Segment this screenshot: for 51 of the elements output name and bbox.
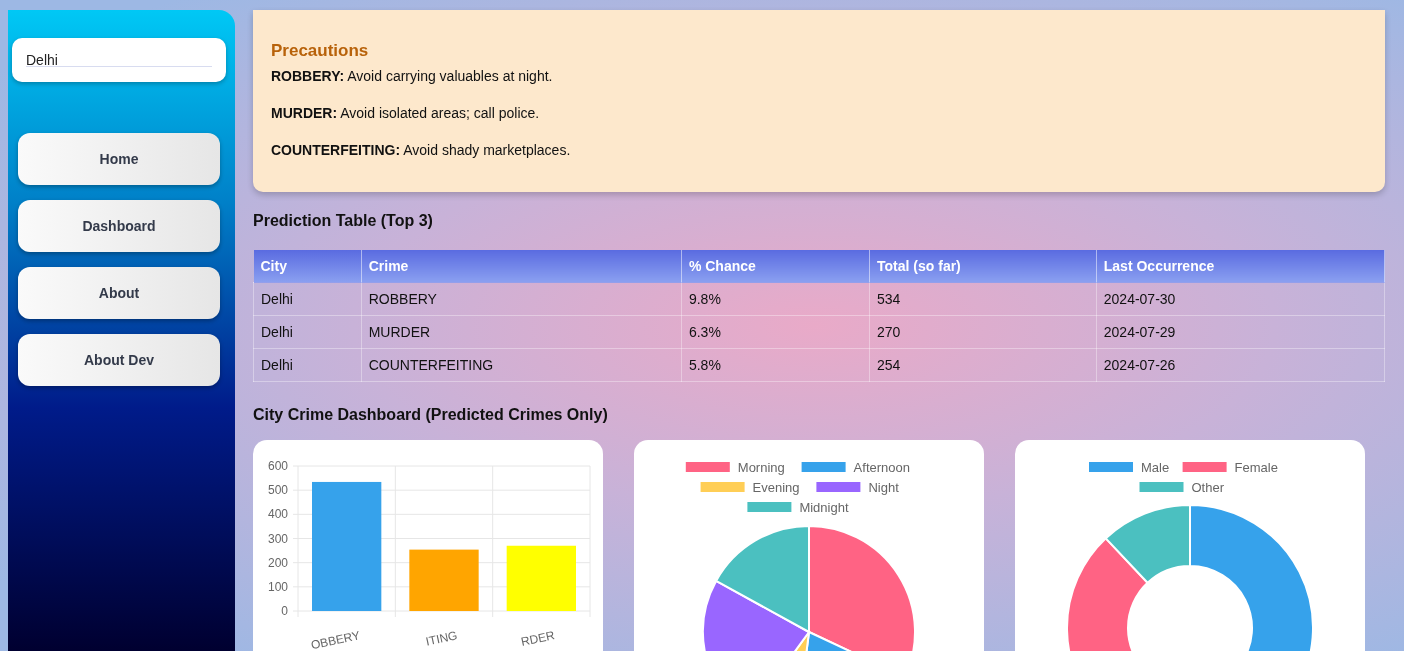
table-cell: 2024-07-30 bbox=[1096, 282, 1385, 316]
precaution-text: ROBBERY: Avoid carrying valuables at night. bbox=[271, 68, 554, 84]
nav-button[interactable]: Dashboard bbox=[18, 200, 220, 252]
section-title: Prediction Table (Top 3) bbox=[253, 212, 434, 230]
axis-label: OBBERY bbox=[309, 628, 362, 651]
table-cell: 534 bbox=[869, 282, 1097, 316]
axis-label: 400 bbox=[267, 507, 288, 522]
column-header: Crime bbox=[361, 250, 682, 283]
bar bbox=[506, 545, 576, 611]
table-cell: Delhi bbox=[253, 348, 362, 382]
axis-label: 200 bbox=[267, 555, 288, 570]
column-header: City bbox=[253, 250, 362, 283]
section-title: City Crime Dashboard (Predicted Crimes Only) bbox=[253, 406, 609, 424]
nav-button[interactable]: About bbox=[18, 267, 220, 319]
table-cell: 2024-07-29 bbox=[1096, 315, 1385, 349]
nav-button[interactable]: About Dev bbox=[18, 334, 220, 386]
legend-label[interactable]: Midnight bbox=[799, 500, 849, 515]
axis-label: 300 bbox=[267, 531, 288, 546]
table-cell: COUNTERFEITING bbox=[361, 348, 682, 382]
precaution-text: COUNTERFEITING: Avoid shady marketplaces. bbox=[271, 142, 572, 158]
city-field[interactable]: Delhi bbox=[12, 38, 226, 82]
column-header: Last Occurrence bbox=[1096, 250, 1385, 283]
column-header: % Chance bbox=[681, 250, 870, 283]
table-cell: Delhi bbox=[253, 315, 362, 349]
precaution-text: MURDER: Avoid isolated areas; call police. bbox=[271, 105, 541, 121]
table-cell: Delhi bbox=[253, 282, 362, 316]
axis-label: 500 bbox=[267, 483, 288, 498]
table-cell: 254 bbox=[869, 348, 1097, 382]
legend-label[interactable]: Night bbox=[868, 480, 899, 495]
axis-label: 100 bbox=[267, 579, 288, 594]
legend-label[interactable]: Male bbox=[1141, 460, 1170, 475]
card-title: Precautions bbox=[271, 41, 370, 61]
bar bbox=[409, 549, 479, 611]
table-cell: 9.8% bbox=[681, 282, 870, 316]
table-cell: MURDER bbox=[361, 315, 682, 349]
column-header: Total (so far) bbox=[869, 250, 1097, 283]
table-cell: 5.8% bbox=[681, 348, 870, 382]
axis-label: 0 bbox=[281, 604, 288, 618]
table-cell: 6.3% bbox=[681, 315, 870, 349]
legend-label[interactable]: Morning bbox=[737, 460, 785, 475]
legend-label[interactable]: Other bbox=[1191, 480, 1224, 495]
table-cell: 270 bbox=[869, 315, 1097, 349]
nav-button[interactable]: Home bbox=[18, 133, 220, 185]
axis-label: 600 bbox=[267, 459, 288, 473]
table-cell: ROBBERY bbox=[361, 282, 682, 316]
legend-label[interactable]: Evening bbox=[752, 480, 800, 495]
legend-label[interactable]: Afternoon bbox=[853, 460, 910, 475]
legend-label[interactable]: Female bbox=[1234, 460, 1278, 475]
axis-label: RDER bbox=[519, 628, 556, 649]
table-cell: 2024-07-26 bbox=[1096, 348, 1385, 382]
axis-label: ITING bbox=[424, 628, 459, 649]
